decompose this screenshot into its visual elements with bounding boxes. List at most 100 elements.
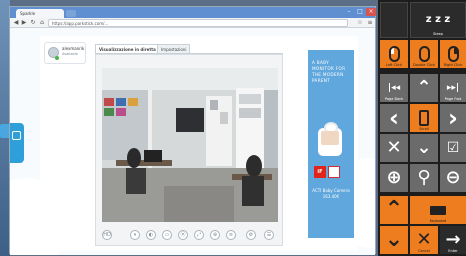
mouse-double-icon: [418, 46, 430, 62]
new-tab-button[interactable]: [66, 10, 76, 17]
enter-label: Enter: [448, 249, 458, 253]
chevron-up-icon: ⌃: [416, 77, 432, 98]
pause-button[interactable]: ⏸: [130, 230, 140, 240]
sleep-button[interactable]: z z z Sleep: [410, 2, 466, 38]
double-click-button[interactable]: Double Click: [410, 40, 438, 68]
record-button[interactable]: ⦿: [178, 230, 188, 240]
select-button[interactable]: ☑: [440, 134, 466, 162]
keyboard-button[interactable]: Keyboard: [410, 196, 466, 224]
chevron-left-icon: ‹: [389, 104, 399, 132]
close-button[interactable]: ✕: [380, 134, 408, 162]
side-widget[interactable]: [10, 123, 24, 163]
browser-tab-title: Sparkle: [20, 11, 36, 16]
hd-button[interactable]: HD: [102, 230, 112, 240]
reload-button[interactable]: ↻: [29, 19, 37, 27]
right-click-label: Right Click: [443, 63, 463, 67]
mouse-left-icon: [388, 46, 400, 62]
zoom-in-icon: ⊕: [386, 167, 402, 188]
close-window-button[interactable]: ×: [366, 8, 376, 16]
left-click-button[interactable]: Left Click: [380, 40, 408, 68]
tab-live-view[interactable]: Visualizzazione in diretta: [95, 44, 160, 53]
scroll-mode-button[interactable]: Scroll: [410, 104, 438, 132]
page-viewport: alexmanrik Available Visualizzazione in …: [10, 28, 375, 255]
menu-icon[interactable]: ≡: [366, 19, 374, 27]
scroll-icon: [419, 110, 429, 126]
profile-card[interactable]: alexmanrik Available: [44, 42, 86, 64]
forward-button[interactable]: ▶: [20, 19, 28, 27]
arrow-right-button[interactable]: ›: [440, 104, 466, 132]
chevron-down-icon: ⌄: [416, 137, 432, 158]
zoom-out-button[interactable]: ⊖: [440, 164, 466, 192]
camera-feed-image: [102, 68, 278, 222]
ad-price: ACTI Baby Camera 163.40€: [312, 188, 350, 199]
home-button[interactable]: ⌂: [38, 19, 46, 27]
cancel-label: Cancel: [418, 249, 430, 253]
page-forward-button[interactable]: ▸▸| Page Fwd: [440, 74, 466, 102]
tab-settings[interactable]: Impostazioni: [157, 44, 191, 53]
snapshot-button[interactable]: ▭: [162, 230, 172, 240]
scroll-label: Scroll: [419, 127, 429, 131]
ad-headline: A BABY MONITOR FOR THE MODERN PARENT: [312, 60, 346, 83]
arrow-up-button[interactable]: ⌃: [410, 74, 438, 102]
sleep-label: Sleep: [433, 32, 443, 36]
cancel-button[interactable]: ✕ Cancel: [410, 226, 438, 254]
zoom-button[interactable]: ⊕: [210, 230, 220, 240]
award-badge-icon: [328, 166, 340, 178]
back-button[interactable]: ◀: [12, 19, 20, 27]
page-back-label: Page Back: [384, 97, 404, 101]
camera-feed[interactable]: [102, 68, 278, 222]
browser-tab[interactable]: Sparkle: [16, 9, 64, 18]
browser-toolbar: ◀ ▶ ↻ ⌂ https://app.parkstick.com/... ☆ …: [10, 18, 375, 28]
chevron-up-icon: ⌃: [384, 197, 404, 222]
advertisement-banner[interactable]: A BABY MONITOR FOR THE MODERN PARENT iF …: [308, 50, 354, 238]
right-click-button[interactable]: Right Click: [440, 40, 466, 68]
profile-name: alexmanrik: [62, 46, 85, 51]
keyboard-icon: [430, 205, 446, 215]
monitor-screen: [321, 131, 339, 145]
fullscreen-button[interactable]: ⤢: [194, 230, 204, 240]
close-icon: ✕: [416, 229, 432, 250]
more-button[interactable]: ☰: [264, 230, 274, 240]
mouse-right-icon: [447, 46, 459, 62]
brightness-button[interactable]: ◐: [146, 230, 156, 240]
maximize-button[interactable]: □: [355, 8, 365, 16]
checkbox-icon: ☑: [446, 140, 460, 156]
search-icon: ⚲: [417, 167, 431, 188]
online-status-dot: [55, 56, 59, 60]
list-button[interactable]: ≡: [226, 230, 236, 240]
page-back-icon: |◂◂: [387, 82, 401, 93]
profile-status: Available: [62, 52, 78, 56]
browser-tabstrip: Sparkle – □ ×: [10, 7, 376, 18]
zoom-in-button[interactable]: ⊕: [380, 164, 408, 192]
settings-button[interactable]: ⚙: [246, 230, 256, 240]
panel-blank-key: [380, 2, 408, 38]
double-click-label: Double Click: [413, 63, 435, 67]
side-widget-icon: [12, 131, 21, 140]
minimize-button[interactable]: –: [344, 8, 354, 16]
close-icon: ✕: [386, 137, 402, 158]
left-click-label: Left Click: [385, 63, 403, 67]
scroll-down-button[interactable]: ⌄: [380, 226, 408, 254]
design-award-badge: iF: [314, 166, 326, 178]
page-forward-icon: ▸▸|: [446, 82, 460, 93]
live-view-panel: HD ⏸ ◐ ▭ ⦿ ⤢ ⊕ ≡ ⚙ ☰: [95, 54, 283, 246]
arrow-down-button[interactable]: ⌄: [410, 134, 438, 162]
browser-window: Sparkle – □ × ◀ ▶ ↻ ⌂ https://app.parkst…: [9, 6, 376, 255]
page-forward-label: Page Fwd: [444, 97, 462, 101]
zoom-out-icon: ⊖: [445, 167, 461, 188]
address-bar[interactable]: https://app.parkstick.com/...: [48, 19, 348, 27]
page-back-button[interactable]: |◂◂ Page Back: [380, 74, 408, 102]
control-panel: z z z Sleep Left Click Double Click Righ…: [378, 0, 466, 256]
video-controls: HD ⏸ ◐ ▭ ⦿ ⤢ ⊕ ≡ ⚙ ☰: [100, 228, 280, 242]
arrow-left-button[interactable]: ‹: [380, 104, 408, 132]
sleep-icon: z z z: [425, 14, 451, 25]
page-content: alexmanrik Available Visualizzazione in …: [40, 36, 358, 251]
magnifier-button[interactable]: ⚲: [410, 164, 438, 192]
baby-monitor-image: [318, 122, 342, 156]
star-icon[interactable]: ☆: [356, 19, 364, 27]
arrow-right-icon: →: [445, 229, 461, 250]
keyboard-label: Keyboard: [429, 219, 447, 223]
chevron-right-icon: ›: [448, 104, 458, 132]
enter-button[interactable]: → Enter: [440, 226, 466, 254]
scroll-up-button[interactable]: ⌃: [380, 196, 408, 224]
